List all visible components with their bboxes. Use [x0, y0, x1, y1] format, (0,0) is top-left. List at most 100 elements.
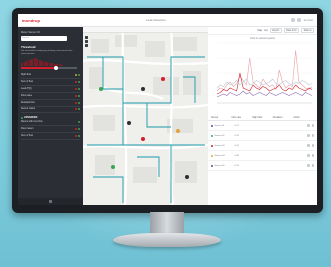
- row-sensor-name: Sensor 05: [214, 164, 225, 167]
- marker-icon[interactable]: [141, 87, 145, 91]
- map-svg: [83, 27, 208, 205]
- view-icon[interactable]: [307, 124, 310, 127]
- sidebar-filter-label: Meters with zero flow: [21, 121, 43, 124]
- status-dot-icon: [78, 94, 80, 97]
- brand-logo[interactable]: mondrup: [22, 18, 40, 23]
- marker-icon[interactable]: [161, 77, 165, 81]
- row-actions: [307, 164, 314, 167]
- header-item-date-to[interactable]: Date to: [301, 28, 314, 33]
- marker-icon[interactable]: [176, 129, 180, 133]
- zoom-in-icon[interactable]: [85, 36, 88, 39]
- section-dot-icon: [21, 116, 23, 119]
- header-item-export[interactable]: Export: [269, 28, 282, 33]
- view-icon[interactable]: [307, 134, 310, 137]
- row-status-dot-icon: [211, 154, 213, 157]
- table-header-cell[interactable]: Sensor: [211, 117, 232, 119]
- row-flow-value: 0.09: [234, 154, 239, 157]
- table-row[interactable]: Sensor 01 0.12: [208, 121, 317, 131]
- zoom-out-icon[interactable]: [85, 40, 88, 43]
- marker-icon[interactable]: [141, 137, 145, 141]
- sidebar: Meter Sensor ID Search Threshold Set thr…: [18, 27, 83, 205]
- chart-title: Flow in selected period: [250, 37, 275, 40]
- advanced-section-label: ADVANCED: [24, 116, 38, 120]
- sidebar-filter-label: Residual flow: [21, 101, 35, 104]
- more-icon[interactable]: [311, 154, 314, 157]
- advanced-filter-list: Meters with zero flow Flow meters Sum of f…: [21, 119, 80, 140]
- sidebar-filter-row[interactable]: Sum of flow: [21, 133, 80, 140]
- marker-icon[interactable]: [111, 165, 115, 169]
- table-row[interactable]: Sensor 03 0.24: [208, 141, 317, 151]
- header-item-list[interactable]: List: [264, 29, 268, 32]
- row-status-dot-icon: [211, 164, 213, 167]
- more-icon[interactable]: [311, 164, 314, 167]
- sidebar-filter-row[interactable]: Flow meters: [21, 126, 80, 133]
- row-sensor-name: Sensor 04: [214, 154, 225, 157]
- top-icons: Jon Doe: [291, 18, 313, 22]
- row-actions: [307, 144, 314, 147]
- status-dot-icon: [78, 121, 80, 124]
- collapse-icon[interactable]: [49, 200, 52, 203]
- threshold-slider-fill: [21, 66, 56, 69]
- more-icon[interactable]: [311, 134, 314, 137]
- row-status-dot-icon: [211, 124, 213, 127]
- map-toolbar: [83, 27, 208, 33]
- table-row[interactable]: Sensor 02 0.18: [208, 131, 317, 141]
- map-block: [89, 67, 103, 89]
- sidebar-filter-row[interactable]: Sum of flow: [21, 79, 80, 87]
- row-flow-value: 0.12: [234, 124, 239, 127]
- monitor-stand-base: [113, 233, 221, 247]
- map-block: [133, 167, 157, 183]
- map-view[interactable]: [83, 27, 208, 205]
- sidebar-filter-row[interactable]: Meters with zero flow: [21, 119, 80, 127]
- marker-icon[interactable]: [185, 175, 189, 179]
- more-icon[interactable]: [311, 124, 314, 127]
- status-dot-icon: [75, 81, 77, 84]
- status-dots: [75, 108, 80, 111]
- table-header-cell[interactable]: Deviation: [273, 117, 294, 119]
- avatar[interactable]: [297, 18, 302, 22]
- sidebar-filter-row[interactable]: Leak (HQ): [21, 86, 80, 93]
- view-icon[interactable]: [307, 164, 310, 167]
- view-icon[interactable]: [307, 144, 310, 147]
- sensor-table: Sensor 01 0.12 Sensor 02 0.18 Sensor 03 0.24 S…: [208, 121, 317, 171]
- table-header-cell[interactable]: Night flow: [252, 117, 273, 119]
- threshold-slider-knob[interactable]: [53, 65, 58, 70]
- sidebar-filter-label: Flow value: [21, 94, 32, 97]
- user-name[interactable]: Jon Doe: [303, 19, 313, 22]
- table-row[interactable]: Sensor 05 0.15: [208, 161, 317, 171]
- row-actions: [307, 134, 314, 137]
- marker-icon[interactable]: [127, 121, 131, 125]
- table-header-cell[interactable]: Flow rate: [232, 117, 253, 119]
- table-header-cell[interactable]: Action: [293, 117, 314, 119]
- sidebar-filter-row[interactable]: Residual flow: [21, 100, 80, 107]
- row-flow-value: 0.18: [234, 134, 239, 137]
- layers-icon[interactable]: [85, 44, 88, 47]
- sidebar-filter-row[interactable]: Night flow: [21, 73, 80, 80]
- status-dots: [75, 81, 80, 84]
- more-icon[interactable]: [311, 144, 314, 147]
- sidebar-filter-row[interactable]: Flow value: [21, 93, 80, 100]
- status-dots: [75, 134, 80, 137]
- table-row[interactable]: Sensor 04 0.09: [208, 151, 317, 161]
- header-item-date-from[interactable]: Date from: [283, 28, 300, 33]
- screen: mondrup Leak Detection Jon Doe Meter Sen…: [18, 14, 317, 205]
- marker-icon[interactable]: [99, 87, 103, 91]
- search-input[interactable]: Search: [21, 36, 67, 41]
- threshold-slider[interactable]: [21, 65, 77, 70]
- row-status-dot-icon: [211, 144, 213, 147]
- status-dot-icon: [75, 94, 77, 97]
- monitor-frame: mondrup Leak Detection Jon Doe Meter Sen…: [12, 8, 323, 213]
- header-item-map[interactable]: Map: [257, 29, 262, 32]
- map-tools: [85, 36, 88, 47]
- status-dot-icon: [75, 74, 77, 77]
- notification-icon[interactable]: [291, 18, 296, 22]
- status-dots: [75, 128, 80, 131]
- status-dot-icon: [78, 108, 80, 111]
- status-dot-icon: [78, 128, 80, 131]
- histogram-bar: [61, 64, 63, 66]
- view-icon[interactable]: [307, 154, 310, 157]
- row-actions: [307, 124, 314, 127]
- status-dot-icon: [75, 88, 77, 91]
- sidebar-filter-row[interactable]: Sensor status: [21, 107, 80, 114]
- sidebar-filter-label: Flow meters: [21, 128, 34, 131]
